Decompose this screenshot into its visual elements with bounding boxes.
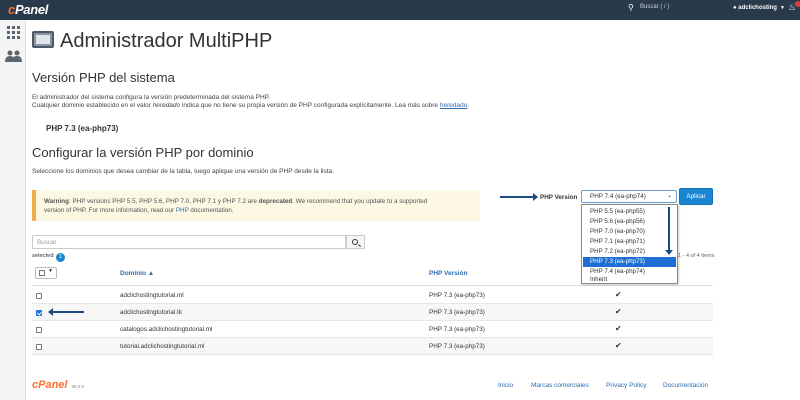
inherit-link[interactable]: heredado <box>440 102 467 109</box>
check-icon: ✔ <box>615 290 622 299</box>
left-rail <box>0 20 26 400</box>
row-domain: adclichostingtutorial.ml <box>120 292 184 299</box>
php-option[interactable]: PHP 5.6 (ea-php56) <box>583 217 676 227</box>
php-window-icon <box>32 31 54 48</box>
php-option[interactable]: Inherit <box>583 276 676 284</box>
top-bar: cPanel ⚲ Buscar ( / ) ● adclichosting ▼ ♨ <box>0 0 800 20</box>
row-checkbox[interactable] <box>36 344 42 350</box>
footer-link-privacy[interactable]: Privacy Policy <box>606 382 646 389</box>
user-menu[interactable]: ● adclichosting ▼ <box>733 5 785 11</box>
search-button[interactable] <box>346 235 365 249</box>
footer-link-docs[interactable]: Documentación <box>663 382 708 389</box>
chevron-down-icon: ⌄ <box>666 193 672 199</box>
warning-line1: Warning: PHP versions PHP 5.5, PHP 5.6, … <box>44 198 428 205</box>
php-version-dropdown: PHP 5.5 (ea-php55) PHP 5.6 (ea-php56) PH… <box>581 204 678 284</box>
warning-line2: version of PHP. For more information, re… <box>44 207 234 214</box>
row-domain: catalogos.adclichostingtutorial.ml <box>120 326 213 333</box>
php-version-selected: PHP 7.4 (ea-php74) <box>590 193 646 200</box>
selected-label: selected <box>32 253 54 259</box>
domain-desc: Seleccione los dominios que desea cambia… <box>32 168 334 175</box>
chevron-down-icon: ▼ <box>48 268 53 274</box>
footer-logo: cPanel 96.0.8 <box>32 379 84 391</box>
annotation-arrow-right <box>500 193 538 201</box>
deprecation-warning: Warning: PHP versions PHP 5.5, PHP 5.6, … <box>32 190 480 221</box>
row-checkbox[interactable] <box>36 293 42 299</box>
row-php: PHP 7.3 (ea-php73) <box>429 292 485 299</box>
php-option[interactable]: PHP 7.2 (ea-php72) <box>583 247 676 257</box>
magnifier-icon <box>352 239 358 245</box>
cpanel-logo-text: Panel <box>14 2 49 17</box>
table-row[interactable]: tutorial.adclichostingtutorial.ml PHP 7.… <box>32 338 713 355</box>
check-icon: ✔ <box>615 307 622 316</box>
table-row[interactable]: catalogos.adclichostingtutorial.ml PHP 7… <box>32 321 713 338</box>
table-row[interactable]: adclichostingtutorial.tk PHP 7.3 (ea-php… <box>32 304 713 321</box>
row-php: PHP 7.3 (ea-php73) <box>429 309 485 316</box>
row-checkbox[interactable] <box>36 310 42 316</box>
cpanel-logo[interactable]: cPanel <box>8 2 48 17</box>
php-version-label: PHP Version <box>540 194 578 201</box>
row-domain: adclichostingtutorial.tk <box>120 309 182 316</box>
domain-search-input[interactable]: Buscar <box>32 235 346 249</box>
grid-icon[interactable] <box>7 26 20 39</box>
username: adclichosting <box>738 5 777 11</box>
php-option[interactable]: PHP 5.5 (ea-php55) <box>583 207 676 217</box>
search-icon: ⚲ <box>628 3 634 12</box>
footer-link-trademarks[interactable]: Marcas comerciales <box>531 382 589 389</box>
row-domain: tutorial.adclichostingtutorial.ml <box>120 343 205 350</box>
system-desc-line1: El administrador del sistema configura l… <box>32 94 270 101</box>
checkbox-icon <box>39 270 45 276</box>
php-option[interactable]: PHP 7.0 (ea-php70) <box>583 227 676 237</box>
row-php: PHP 7.3 (ea-php73) <box>429 326 485 333</box>
column-domain[interactable]: Dominio ▲ <box>120 270 154 277</box>
top-search-placeholder: Buscar ( / ) <box>640 4 670 10</box>
check-icon: ✔ <box>615 341 622 350</box>
check-icon: ✔ <box>615 324 622 333</box>
annotation-arrow-down <box>665 207 673 255</box>
items-count: 1 - 4 of 4 items <box>678 253 715 259</box>
top-search[interactable]: ⚲ Buscar ( / ) <box>628 3 670 12</box>
php-option-highlighted[interactable]: PHP 7.3 (ea-php73) <box>583 257 676 267</box>
php-version-select[interactable]: PHP 7.4 (ea-php74) ⌄ <box>581 190 677 203</box>
users-icon[interactable] <box>5 50 22 62</box>
system-php-heading: Versión PHP del sistema <box>32 70 175 85</box>
row-checkbox[interactable] <box>36 327 42 333</box>
system-php-version: PHP 7.3 (ea-php73) <box>46 124 119 133</box>
column-php-version[interactable]: PHP Versión <box>429 270 468 277</box>
page-title: Administrador MultiPHP <box>60 30 273 52</box>
domain-php-heading: Configurar la versión PHP por dominio <box>32 145 254 160</box>
notification-badge <box>795 1 800 7</box>
table-row[interactable]: adclichostingtutorial.ml PHP 7.3 (ea-php… <box>32 287 713 304</box>
footer-link-home[interactable]: Inicio <box>498 382 513 389</box>
chevron-down-icon: ▼ <box>779 5 785 11</box>
system-desc-line2: Cualquier dominio establecido en el valo… <box>32 102 470 109</box>
php-option[interactable]: PHP 7.1 (ea-php71) <box>583 237 676 247</box>
select-all-checkbox[interactable]: ▼ <box>35 267 57 279</box>
php-doc-link[interactable]: PHP <box>176 207 189 214</box>
footer-version: 96.0.8 <box>71 384 84 389</box>
selected-count-badge: 1 <box>56 253 65 262</box>
row-php: PHP 7.3 (ea-php73) <box>429 343 485 350</box>
user-icon: ● <box>733 5 737 11</box>
apply-button[interactable]: Aplicar <box>679 188 713 205</box>
annotation-arrow-left <box>48 308 84 316</box>
